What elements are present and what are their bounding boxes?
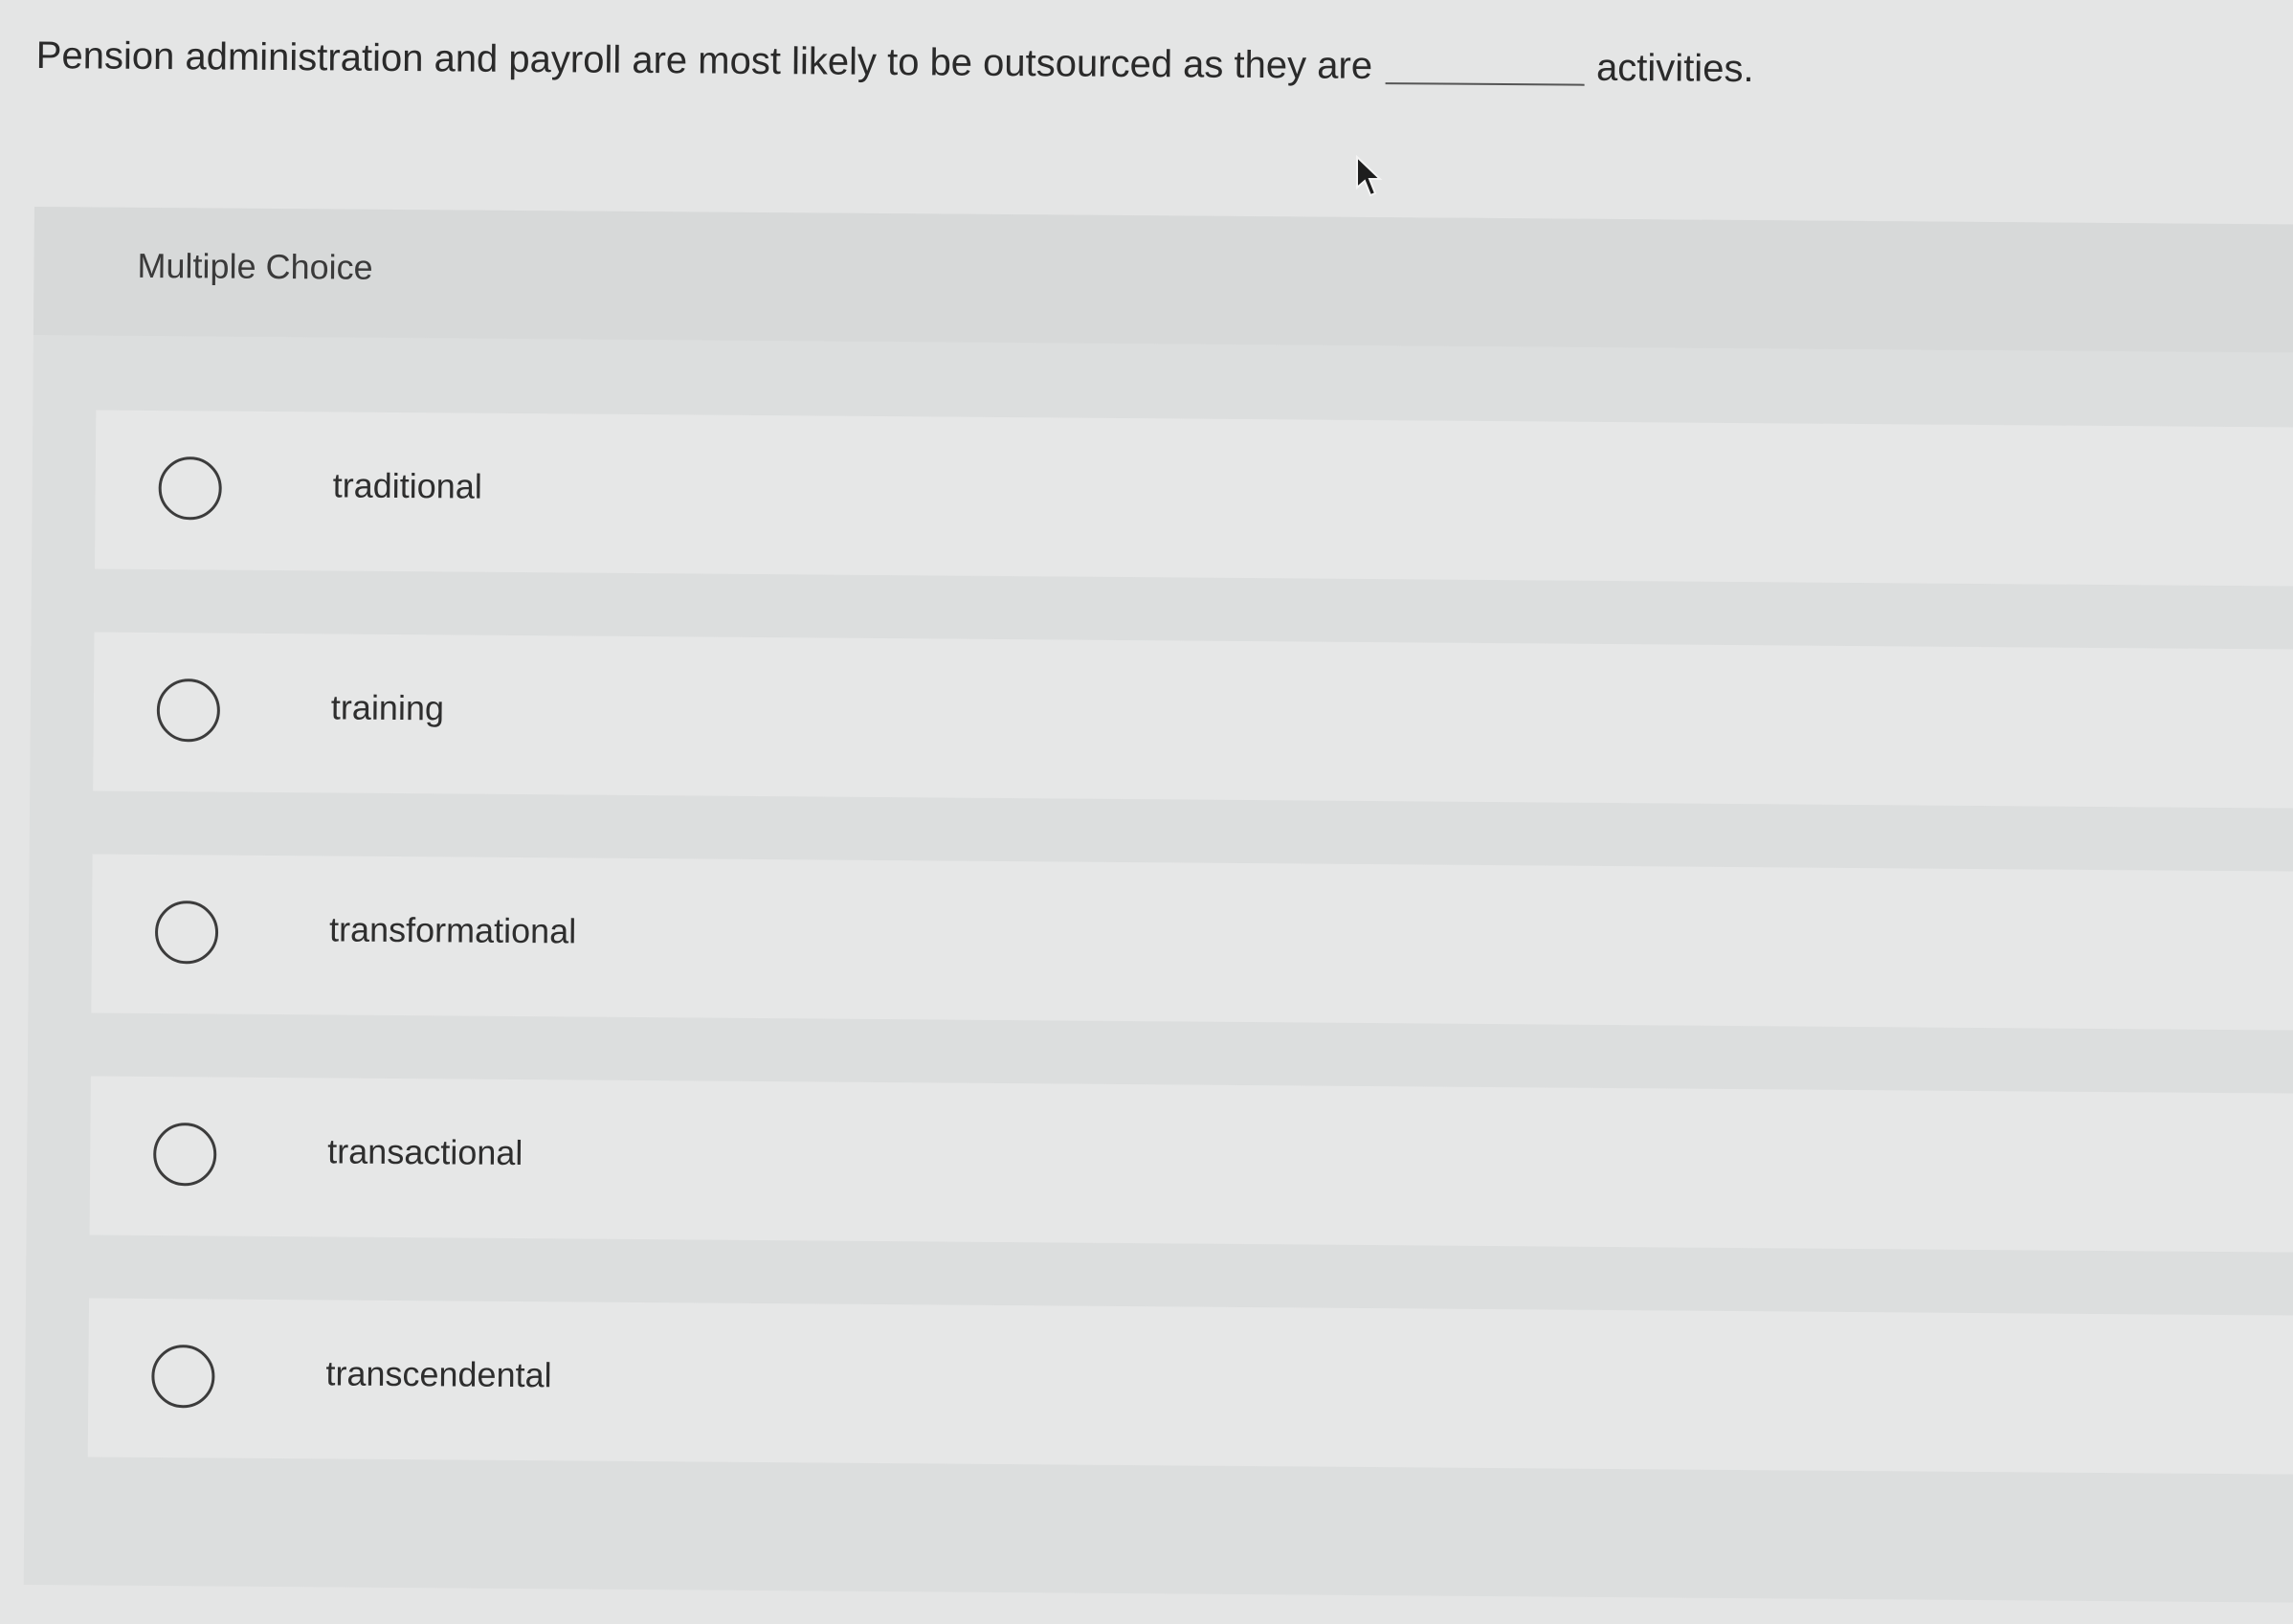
answer-option-transformational[interactable]: transformational: [91, 854, 2293, 1031]
radio-unchecked-icon[interactable]: [154, 901, 219, 965]
answer-option-transactional[interactable]: transactional: [89, 1076, 2293, 1253]
radio-unchecked-icon[interactable]: [158, 456, 222, 521]
multiple-choice-label: Multiple Choice: [137, 245, 373, 287]
answer-option-traditional[interactable]: traditional: [95, 410, 2293, 587]
question-text-before: Pension administration and payroll are m…: [35, 33, 1373, 87]
answer-option-label: transactional: [327, 1131, 523, 1173]
question-text: Pension administration and payroll are m…: [36, 29, 1754, 96]
multiple-choice-panel: Multiple Choice traditional training tra…: [23, 207, 2293, 1603]
answer-option-label: transcendental: [325, 1353, 552, 1395]
answer-option-label: transformational: [328, 909, 577, 951]
answer-blank: [1385, 73, 1585, 86]
question-text-after: activities.: [1595, 46, 1754, 91]
radio-unchecked-icon[interactable]: [152, 1123, 217, 1187]
answer-option-training[interactable]: training: [93, 632, 2293, 809]
radio-unchecked-icon[interactable]: [151, 1345, 215, 1409]
multiple-choice-header: Multiple Choice: [33, 207, 2293, 353]
answer-option-label: training: [330, 687, 445, 728]
answer-option-label: traditional: [332, 465, 482, 506]
mouse-pointer-icon: [1356, 155, 1383, 197]
radio-unchecked-icon[interactable]: [156, 679, 221, 743]
answer-options: traditional training transformational tr…: [87, 410, 2293, 1538]
answer-option-transcendental[interactable]: transcendental: [87, 1298, 2293, 1475]
